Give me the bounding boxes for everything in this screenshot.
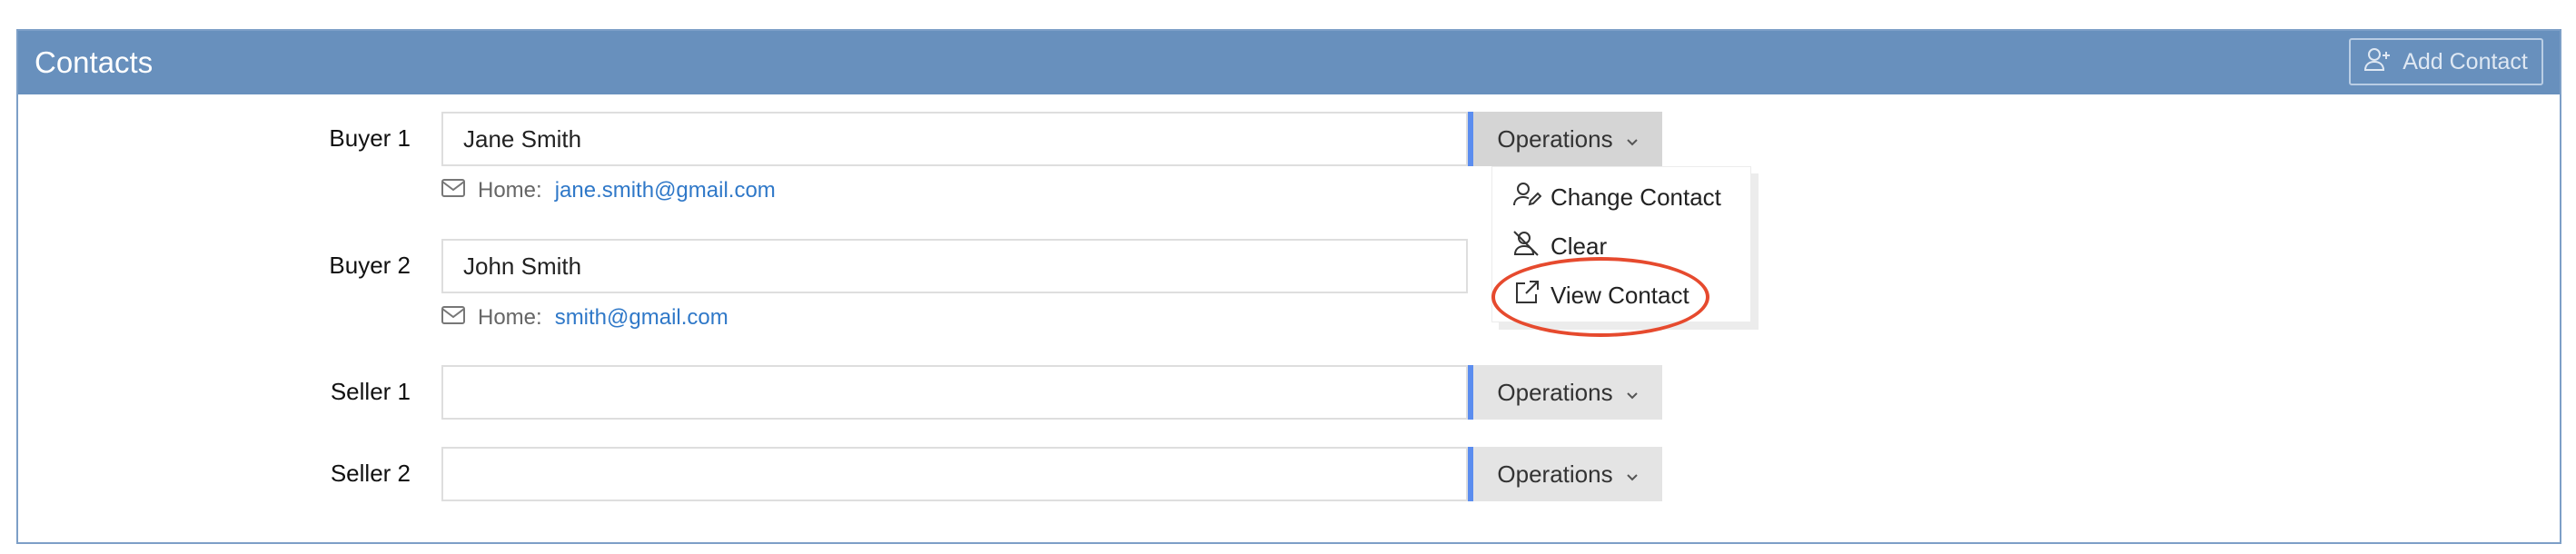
external-link-icon — [1512, 278, 1541, 313]
add-user-icon — [2364, 46, 2392, 78]
menu-item-clear[interactable]: Clear — [1512, 225, 1607, 267]
add-contact-label: Add Contact — [2403, 48, 2528, 74]
operations-label: Operations — [1497, 378, 1613, 406]
chevron-down-icon — [1626, 379, 1639, 407]
buyer-1-input[interactable]: Jane Smith — [441, 112, 1468, 166]
user-remove-icon — [1512, 229, 1541, 264]
panel-header: Contacts Add Contact — [18, 31, 2560, 94]
seller-1-operations-button[interactable]: Operations — [1473, 365, 1662, 420]
panel-title: Contacts — [35, 45, 154, 79]
envelope-icon — [441, 178, 465, 203]
seller-2-input[interactable] — [441, 447, 1468, 501]
chevron-down-icon — [1626, 460, 1639, 489]
operations-label: Operations — [1497, 124, 1613, 153]
seller-1-label: Seller 1 — [330, 378, 411, 405]
chevron-down-icon — [1626, 125, 1639, 153]
seller-2-operations-button[interactable]: Operations — [1473, 447, 1662, 501]
email-prefix: Home: — [478, 178, 542, 203]
envelope-icon — [441, 305, 465, 331]
buyer-2-input[interactable]: John Smith — [441, 239, 1468, 293]
add-contact-button[interactable]: Add Contact — [2349, 38, 2543, 85]
menu-item-label: Clear — [1551, 232, 1608, 260]
operations-label: Operations — [1497, 460, 1613, 488]
buyer-1-email-line: Home: jane.smith@gmail.com — [441, 178, 776, 203]
buyer-2-email-link[interactable]: smith@gmail.com — [555, 305, 728, 331]
buyer-2-label: Buyer 2 — [329, 252, 411, 279]
email-prefix: Home: — [478, 305, 542, 330]
buyer-1-email-link[interactable]: jane.smith@gmail.com — [555, 178, 776, 203]
operations-dropdown-menu: Change Contact Clear View Contact — [1491, 166, 1751, 322]
menu-item-label: Change Contact — [1551, 183, 1721, 211]
seller-1-input[interactable] — [441, 365, 1468, 420]
menu-item-view-contact[interactable]: View Contact — [1512, 274, 1689, 316]
buyer-2-email-line: Home: smith@gmail.com — [441, 305, 728, 331]
buyer-1-operations-button[interactable]: Operations — [1473, 112, 1662, 166]
user-edit-icon — [1512, 180, 1542, 215]
seller-2-label: Seller 2 — [330, 460, 411, 487]
menu-item-change-contact[interactable]: Change Contact — [1512, 176, 1721, 218]
buyer-1-label: Buyer 1 — [329, 124, 411, 152]
menu-item-label: View Contact — [1551, 281, 1689, 309]
